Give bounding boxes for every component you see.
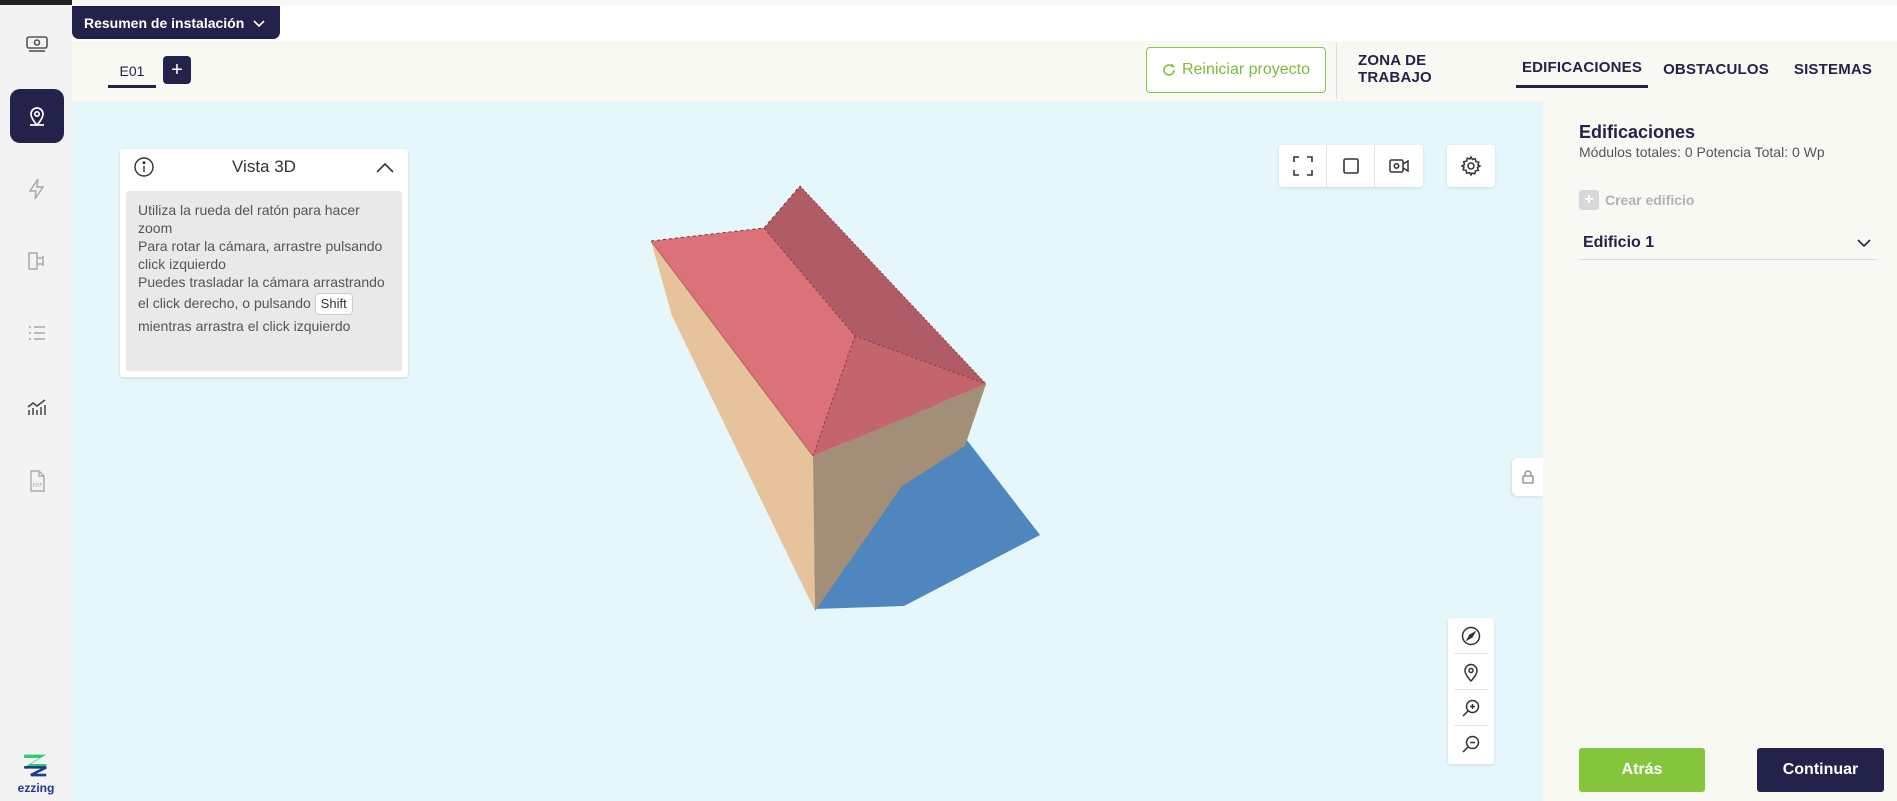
camera-gear-icon bbox=[1389, 159, 1409, 173]
money-icon bbox=[26, 36, 48, 52]
rail-item-list[interactable] bbox=[10, 306, 64, 360]
buildings-panel-title: Edificaciones bbox=[1579, 122, 1696, 142]
view-3d-info-panel: Vista 3D Utiliza la rueda del ratón para… bbox=[120, 149, 408, 377]
add-floor-button[interactable]: + bbox=[163, 56, 191, 84]
fullscreen-button[interactable] bbox=[1279, 145, 1327, 187]
square-icon bbox=[1342, 158, 1359, 174]
chart-icon bbox=[27, 399, 46, 415]
info-panel-title: Vista 3D bbox=[232, 157, 296, 176]
lightning-icon bbox=[28, 178, 45, 200]
create-building-label: Crear edificio bbox=[1605, 192, 1695, 208]
ezzing-logo-icon bbox=[24, 754, 47, 777]
plus-icon: + bbox=[1579, 190, 1599, 210]
map-controls bbox=[1448, 618, 1494, 764]
rail-item-location[interactable] bbox=[10, 89, 64, 143]
refresh-icon bbox=[1163, 64, 1175, 76]
create-building-button[interactable]: + Crear edificio bbox=[1579, 190, 1694, 210]
reset-project-button[interactable]: Reiniciar proyecto bbox=[1146, 47, 1326, 93]
compass-icon bbox=[1461, 626, 1481, 645]
info-panel-instructions: Utiliza la rueda del ratón para hacer zo… bbox=[126, 191, 402, 371]
tab-obstacles[interactable]: OBSTACULOS bbox=[1663, 50, 1769, 88]
view-toolbar bbox=[1279, 145, 1423, 187]
gear-icon bbox=[1460, 155, 1482, 177]
connection-icon bbox=[28, 252, 44, 270]
list-icon bbox=[29, 326, 45, 340]
tabs-divider bbox=[1336, 43, 1337, 99]
reset-project-label: Reiniciar proyecto bbox=[1181, 61, 1311, 78]
zoom-in-icon bbox=[1462, 699, 1480, 717]
brand-logo: ezzing bbox=[14, 750, 58, 798]
installation-summary-button[interactable]: Resumen de instalación bbox=[72, 6, 281, 39]
pdf-icon: PDF bbox=[30, 470, 45, 492]
rail-item-connection[interactable] bbox=[10, 234, 64, 288]
floor-tab-e01[interactable]: E01 bbox=[108, 56, 156, 88]
camera-settings-button[interactable] bbox=[1375, 145, 1423, 187]
compass-button[interactable] bbox=[1454, 618, 1488, 654]
info-panel-header[interactable]: Vista 3D bbox=[120, 149, 408, 185]
rail-item-pdf[interactable]: PDF bbox=[10, 454, 64, 508]
tab-systems[interactable]: SISTEMAS bbox=[1788, 50, 1878, 88]
locate-button[interactable] bbox=[1454, 654, 1488, 690]
lock-icon bbox=[1521, 470, 1534, 484]
rail-item-energy[interactable] bbox=[10, 162, 64, 216]
brand-name: ezzing bbox=[17, 781, 55, 795]
shift-key: Shift bbox=[314, 293, 353, 315]
instruction-zoom: Utiliza la rueda del ratón para hacer zo… bbox=[138, 202, 360, 236]
fullscreen-icon bbox=[1292, 156, 1313, 176]
rail-item-chart[interactable] bbox=[10, 380, 64, 434]
buildings-summary: Módulos totales: 0 Potencia Total: 0 Wp bbox=[1579, 144, 1825, 160]
chevron-down-icon bbox=[1857, 238, 1871, 247]
building-name: Edificio 1 bbox=[1583, 233, 1655, 251]
instruction-pan: Puedes trasladar la cámara arrastrando e… bbox=[138, 273, 390, 335]
installation-summary-label: Resumen de instalación bbox=[84, 14, 245, 31]
zoom-out-button[interactable] bbox=[1454, 726, 1488, 762]
zoom-out-icon bbox=[1462, 735, 1480, 753]
settings-button[interactable] bbox=[1447, 145, 1495, 187]
lock-panel-button[interactable] bbox=[1512, 458, 1543, 496]
instruction-pan-end: mientras arrastra el click izquierdo bbox=[138, 318, 351, 334]
location-icon bbox=[30, 107, 44, 127]
continue-button[interactable]: Continuar bbox=[1757, 748, 1884, 792]
svg-text:PDF: PDF bbox=[33, 483, 43, 489]
2d-view-button[interactable] bbox=[1327, 145, 1375, 187]
chevron-up-icon[interactable] bbox=[374, 157, 396, 179]
chevron-down-icon bbox=[253, 19, 265, 27]
map-pin-icon bbox=[1464, 663, 1478, 682]
settings-toolbar bbox=[1447, 145, 1495, 187]
rail-top-bar bbox=[0, 0, 72, 5]
rail-item-budget[interactable] bbox=[10, 16, 64, 70]
back-button[interactable]: Atrás bbox=[1579, 748, 1705, 792]
instruction-rotate: Para rotar la cámara, arrastre pulsando … bbox=[138, 238, 383, 272]
top-strip bbox=[72, 5, 1897, 41]
tab-buildings[interactable]: EDIFICACIONES bbox=[1516, 50, 1648, 88]
zoom-in-button[interactable] bbox=[1454, 690, 1488, 726]
building-accordion-item[interactable]: Edificio 1 bbox=[1579, 226, 1877, 260]
tab-work-zone[interactable]: ZONA DE TRABAJO bbox=[1358, 50, 1496, 88]
